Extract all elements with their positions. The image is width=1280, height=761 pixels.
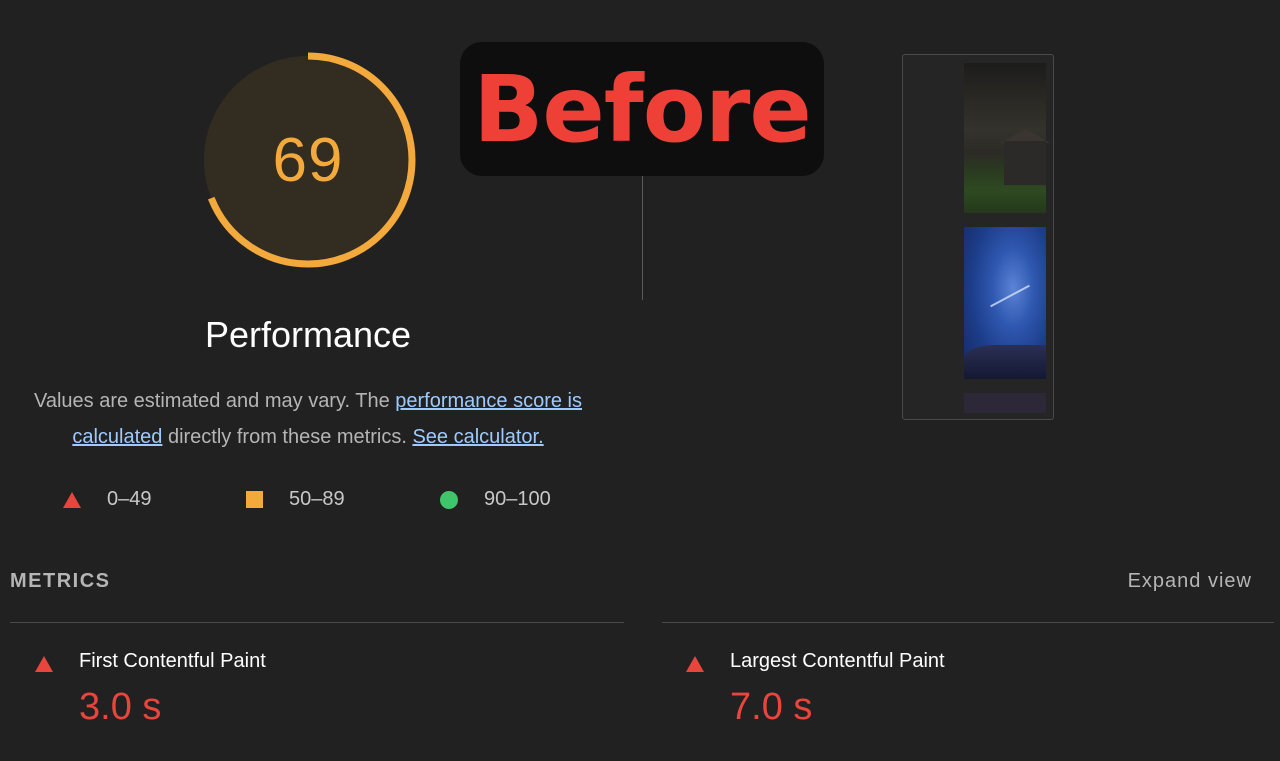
- fail-triangle-icon: [686, 656, 704, 672]
- expand-view-toggle[interactable]: Expand view: [1128, 570, 1252, 593]
- before-overlay-label: Before: [460, 42, 824, 176]
- starry-sky-image: [964, 227, 1046, 379]
- score-legend: 0–49 50–89 90–100: [0, 488, 620, 518]
- legend-range: 50–89: [289, 488, 345, 510]
- house-shape: [1004, 141, 1046, 185]
- night-house-image: [964, 63, 1050, 213]
- score-description: Values are estimated and may vary. The p…: [10, 383, 606, 455]
- legend-item-pass: 90–100: [440, 488, 551, 511]
- legend-item-average: 50–89: [246, 488, 345, 511]
- fail-triangle-icon: [63, 491, 81, 508]
- partial-image: [964, 393, 1046, 413]
- metric-value: 3.0 s: [79, 686, 162, 728]
- pass-circle-icon: [440, 490, 458, 509]
- metric-name: Largest Contentful Paint: [730, 650, 945, 672]
- metric-name: First Contentful Paint: [79, 650, 266, 672]
- legend-item-fail: 0–49: [63, 488, 152, 511]
- meteor-streak: [990, 284, 1030, 308]
- performance-score-gauge: 69: [196, 48, 420, 272]
- see-calculator-link[interactable]: See calculator.: [412, 426, 543, 448]
- category-title: Performance: [204, 314, 412, 355]
- legend-range: 0–49: [107, 488, 152, 510]
- description-prefix: Values are estimated and may vary. The: [33, 390, 396, 412]
- metrics-divider-left: [10, 622, 624, 623]
- lighthouse-report: 69 Performance Values are estimated and …: [0, 0, 1280, 761]
- final-screenshot-thumbnail[interactable]: [902, 54, 1054, 420]
- fail-triangle-icon: [35, 656, 53, 672]
- metrics-section-label: METRICS: [10, 570, 111, 592]
- metric-value: 7.0 s: [730, 686, 813, 728]
- average-square-icon: [246, 491, 263, 508]
- description-middle: directly from these metrics.: [162, 426, 413, 448]
- metrics-divider-right: [662, 622, 1274, 623]
- vertical-divider: [642, 176, 643, 300]
- legend-range: 90–100: [484, 488, 551, 510]
- score-value: 69: [272, 125, 344, 195]
- hill-silhouette: [964, 345, 1046, 379]
